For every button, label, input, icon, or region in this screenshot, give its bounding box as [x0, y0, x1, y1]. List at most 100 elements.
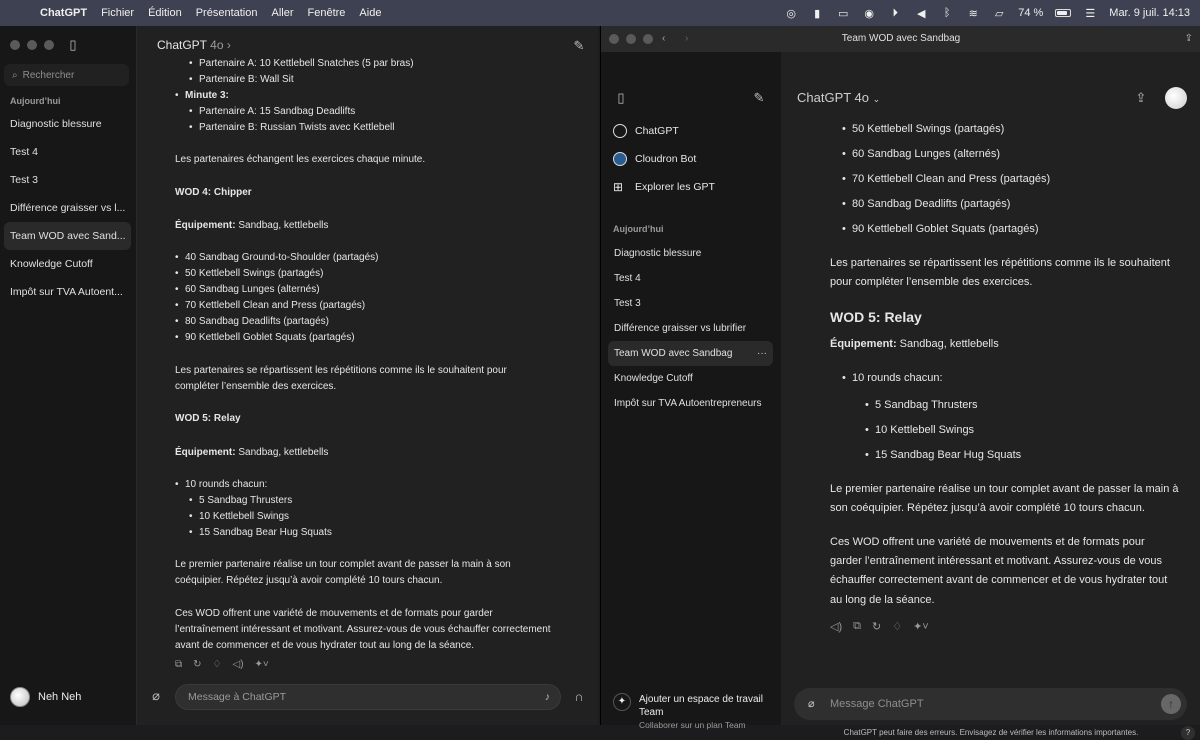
send-button[interactable]: ↑: [1161, 694, 1181, 714]
line-text: 80 Sandbag Deadlifts (partagés): [185, 316, 329, 327]
read-aloud-icon[interactable]: ◁): [830, 620, 842, 633]
menu-fichier[interactable]: Fichier: [101, 7, 134, 19]
history-item[interactable]: Impôt sur TVA Autoent...: [4, 278, 131, 306]
chat-line: Ces WOD offrent une variété de mouvement…: [175, 606, 493, 622]
menu-aller[interactable]: Aller: [271, 7, 293, 19]
share-icon[interactable]: ⇪: [1133, 90, 1149, 106]
control-center-icon[interactable]: ☰: [1083, 7, 1097, 20]
line-lead: Équipement:: [175, 447, 236, 458]
line-text: 70 Kettlebell Clean and Press (partagés): [852, 173, 1051, 185]
zoom-button[interactable]: [643, 34, 653, 44]
sidebar-toggle-icon[interactable]: ▯: [613, 90, 629, 106]
nav-chatgpt[interactable]: ChatGPT: [613, 124, 679, 138]
attach-icon[interactable]: ⌀: [808, 688, 815, 720]
line-text: au long de la séance.: [830, 594, 935, 606]
history-item[interactable]: Différence graisser vs l...: [4, 194, 131, 222]
volume-icon[interactable]: ◀: [914, 7, 928, 20]
team-subtitle: Collaborer sur un plan Team: [639, 720, 746, 730]
attach-icon[interactable]: ⌀: [148, 688, 164, 704]
history-item[interactable]: Diagnostic blessure: [4, 110, 131, 138]
close-button[interactable]: [609, 34, 619, 44]
history-item[interactable]: Test 3: [608, 291, 773, 316]
line-text: Partenaire B: Wall Sit: [199, 74, 294, 85]
add-team-workspace[interactable]: ✦ Ajouter un espace de travail Team Coll…: [613, 693, 763, 732]
search-icon: ⌕: [12, 69, 18, 81]
close-button[interactable]: [10, 40, 20, 50]
team-title-2: Team: [639, 707, 664, 718]
clock[interactable]: Mar. 9 juil. 14:13: [1109, 7, 1190, 19]
chat-line: Les partenaires échangent les exercices …: [175, 152, 425, 168]
sparkle-icon[interactable]: ✦˅: [255, 659, 269, 670]
menu-aide[interactable]: Aide: [359, 7, 381, 19]
back-icon[interactable]: ‹: [662, 26, 665, 52]
line-text: 10 Kettlebell Swings: [875, 424, 975, 436]
notification-icon[interactable]: ▮: [810, 7, 824, 20]
new-chat-icon[interactable]: ✎: [751, 90, 767, 106]
line-text: Le premier partenaire réalise un tour co…: [175, 559, 511, 570]
sparkle-icon[interactable]: ✦˅: [913, 620, 929, 633]
history-item-active[interactable]: Team WOD avec Sand...: [4, 222, 131, 250]
bullet: •: [189, 74, 193, 85]
history-item[interactable]: Test 4: [4, 138, 131, 166]
share-icon[interactable]: ⇪: [1185, 26, 1193, 52]
chat-line: • 10 Kettlebell Swings: [865, 421, 975, 441]
history-item[interactable]: Diagnostic blessure: [608, 241, 773, 266]
mic-icon[interactable]: ♪: [545, 685, 550, 709]
new-chat-icon[interactable]: ✎: [571, 38, 587, 54]
message-input[interactable]: Message à ChatGPT ♪: [175, 684, 561, 710]
read-aloud-icon[interactable]: ◁): [233, 659, 244, 670]
bullet: •: [175, 90, 179, 101]
minimize-button[interactable]: [27, 40, 37, 50]
history-item[interactable]: Knowledge Cutoff: [4, 250, 131, 278]
chat-line: • 80 Sandbag Deadlifts (partagés): [842, 195, 1010, 215]
sidebar: ▯ ✎ ChatGPT Cloudron Bot ⊞ Explorer les G…: [601, 52, 781, 730]
chatgpt-status-icon[interactable]: ◎: [784, 7, 798, 20]
copy-icon[interactable]: ⧉: [175, 659, 182, 670]
model-selector[interactable]: ChatGPT 4o ⌄: [797, 90, 880, 105]
nav-cloudron-bot[interactable]: Cloudron Bot: [613, 152, 696, 166]
model-selector[interactable]: ChatGPT 4o ›: [157, 38, 231, 52]
thumbs-down-icon[interactable]: ♢: [892, 620, 902, 633]
regenerate-icon[interactable]: ↻: [193, 659, 201, 670]
line-text: son coéquipier. Répétez jusqu’à avoir co…: [830, 502, 1145, 514]
nav-explore-gpts[interactable]: ⊞ Explorer les GPT: [613, 180, 715, 194]
search-input[interactable]: ⌕ Rechercher: [4, 64, 129, 86]
app-icon[interactable]: ◉: [862, 7, 876, 20]
history-item-active[interactable]: Team WOD avec Sandbag ···: [608, 341, 773, 366]
message-input[interactable]: ⌀ Message ChatGPT ↑: [794, 688, 1187, 720]
bluetooth-icon[interactable]: ᛒ: [940, 7, 954, 19]
screen-mirror-icon[interactable]: ▱: [992, 7, 1006, 20]
copy-icon[interactable]: ⧉: [853, 620, 861, 633]
avatar[interactable]: [1165, 87, 1187, 109]
chat-line: • 80 Sandbag Deadlifts (partagés): [175, 314, 329, 330]
history-item[interactable]: Différence graisser vs lubrifier: [608, 316, 773, 341]
thumbs-down-icon[interactable]: ♢: [213, 659, 222, 670]
sidebar-toggle-icon[interactable]: ▯: [65, 37, 81, 53]
menu-edition[interactable]: Édition: [148, 7, 182, 19]
menu-fenetre[interactable]: Fenêtre: [308, 7, 346, 19]
history-item[interactable]: Knowledge Cutoff: [608, 366, 773, 391]
zoom-button[interactable]: [44, 40, 54, 50]
menu-app[interactable]: ChatGPT: [40, 7, 87, 19]
card-icon[interactable]: ▭: [836, 7, 850, 20]
chat-main: ChatGPT 4o ⌄ ⇪ • 50 Kettlebell Swings (pa…: [781, 52, 1200, 740]
wifi-icon[interactable]: ≋: [966, 7, 980, 20]
menu-presentation[interactable]: Présentation: [196, 7, 258, 19]
history-item[interactable]: Test 3: [4, 166, 131, 194]
sidebar: ▯ ⌕ Rechercher Aujourd’hui Diagnostic bl…: [0, 26, 137, 725]
battery-icon[interactable]: [1055, 9, 1072, 17]
chat-line: • 15 Sandbag Bear Hug Squats: [865, 446, 1021, 466]
nav-label: Cloudron Bot: [635, 153, 697, 165]
headphones-icon[interactable]: ∩: [571, 688, 587, 704]
more-options-icon[interactable]: ···: [757, 341, 767, 366]
help-button[interactable]: ?: [1181, 726, 1195, 740]
user-profile[interactable]: Neh Neh: [10, 687, 81, 707]
chat-line: Le premier partenaire réalise un tour co…: [175, 557, 511, 573]
chat-line: au long de la séance.: [830, 591, 935, 611]
regenerate-icon[interactable]: ↻: [872, 620, 881, 633]
play-icon[interactable]: ⏵: [888, 7, 902, 19]
forward-icon[interactable]: ›: [685, 26, 688, 52]
history-item[interactable]: Impôt sur TVA Autoentrepreneurs: [608, 391, 773, 416]
minimize-button[interactable]: [626, 34, 636, 44]
history-item[interactable]: Test 4: [608, 266, 773, 291]
